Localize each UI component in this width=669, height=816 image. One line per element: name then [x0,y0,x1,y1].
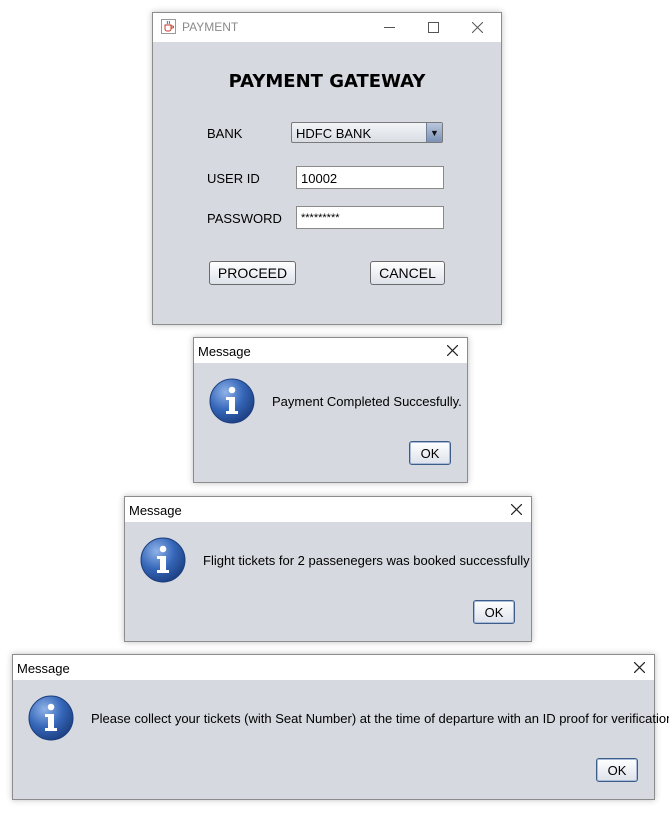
payment-titlebar[interactable]: PAYMENT [153,13,501,42]
close-icon [510,504,522,515]
cancel-button[interactable]: CANCEL [370,261,445,285]
close-button[interactable] [455,13,499,42]
info-icon [209,378,255,424]
maximize-button[interactable] [411,13,455,42]
dialog-message: Flight tickets for 2 passenegers was boo… [203,553,530,568]
java-coffee-icon [161,19,176,34]
message-dialog-1: Message Payment Completed Succesfully. O… [193,337,468,483]
close-icon [633,662,645,673]
dialog-title: Message [17,661,70,676]
dialog-titlebar[interactable]: Message [194,338,467,363]
close-icon [471,22,483,33]
dialog-titlebar[interactable]: Message [125,497,531,522]
user-id-field[interactable]: 10002 [296,166,444,189]
close-icon [446,345,458,356]
minimize-icon [383,27,395,28]
proceed-button[interactable]: PROCEED [209,261,296,285]
password-label: PASSWORD [207,211,282,226]
maximize-icon [427,22,439,33]
ok-button[interactable]: OK [596,758,638,782]
dialog-close-button[interactable] [501,497,531,522]
ok-button[interactable]: OK [409,441,451,465]
message-dialog-3: Message Please collect your tickets (wit… [12,654,669,800]
ok-button[interactable]: OK [473,600,515,624]
dialog-close-button[interactable] [437,338,467,363]
dropdown-arrow-icon[interactable]: ▼ [426,123,442,142]
bank-selected-value: HDFC BANK [296,126,372,141]
payment-window: PAYMENT PAYMENT GATEWAY BANK HDFC BANK ▼… [152,12,502,325]
user-id-label: USER ID [207,171,260,186]
bank-label: BANK [207,126,243,141]
password-field[interactable]: ********* [296,206,444,229]
dialog-message: Please collect your tickets (with Seat N… [91,711,669,726]
minimize-button[interactable] [367,13,411,42]
dialog-title: Message [129,503,182,518]
dialog-title: Message [198,344,251,359]
dialog-message: Payment Completed Succesfully. [272,394,462,409]
info-icon [28,695,74,741]
page-title: PAYMENT GATEWAY [228,71,426,92]
dialog-close-button[interactable] [624,655,654,680]
info-icon [140,537,186,583]
message-dialog-2: Message Flight tickets for 2 passenegers… [124,496,532,642]
bank-select[interactable]: HDFC BANK ▼ [291,122,443,143]
dialog-titlebar[interactable]: Message [13,655,654,680]
window-title: PAYMENT [182,20,239,34]
